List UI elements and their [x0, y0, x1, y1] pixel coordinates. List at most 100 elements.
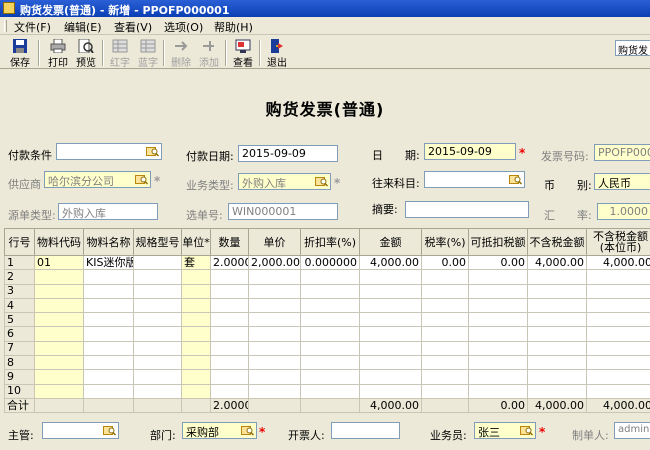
table-cell[interactable] [181, 369, 211, 385]
table-cell[interactable] [248, 297, 301, 314]
lookup-icon[interactable] [146, 146, 159, 157]
table-cell[interactable] [34, 326, 84, 342]
table-row[interactable]: 8 [4, 355, 650, 371]
table-cell[interactable] [586, 326, 650, 342]
table-cell[interactable] [300, 355, 360, 371]
table-cell[interactable] [248, 283, 301, 299]
rate-field[interactable]: 1.0000 [597, 203, 650, 220]
table-cell[interactable]: 4,000.00 [359, 254, 422, 271]
table-cell[interactable] [210, 355, 249, 371]
table-cell[interactable] [133, 340, 182, 357]
preview-button[interactable]: 预览 [72, 38, 100, 69]
table-cell[interactable] [527, 283, 587, 299]
col-header[interactable]: 可抵扣税额 [468, 228, 528, 256]
table-cell[interactable] [133, 369, 182, 385]
col-header[interactable]: 折扣率(%) [300, 228, 360, 256]
table-cell[interactable] [359, 369, 422, 385]
print-button[interactable]: 打印 [44, 38, 72, 69]
table-cell[interactable] [34, 355, 84, 371]
table-cell[interactable] [468, 326, 528, 342]
blue-invoice-button[interactable]: 蓝字 [134, 38, 162, 69]
table-cell[interactable] [34, 340, 84, 357]
table-cell[interactable]: 0.00 [468, 254, 528, 271]
pay-date-field[interactable]: 2015-09-09 [238, 145, 338, 162]
table-cell[interactable] [421, 326, 469, 342]
table-cell[interactable] [468, 283, 528, 299]
table-cell[interactable] [468, 369, 528, 385]
table-cell[interactable] [300, 283, 360, 299]
table-cell[interactable] [83, 297, 134, 314]
red-invoice-button[interactable]: 红字 [106, 38, 134, 69]
table-cell[interactable] [210, 326, 249, 342]
issuer-field[interactable] [331, 422, 400, 439]
table-cell[interactable] [133, 355, 182, 371]
table-cell[interactable] [181, 355, 211, 371]
col-header[interactable]: 不含税金额 [527, 228, 587, 256]
menu-options[interactable]: 选项(O) [164, 19, 203, 35]
table-cell[interactable]: 2,000.00 [248, 254, 301, 271]
currency-field[interactable]: 人民币 [594, 173, 650, 190]
table-cell[interactable] [468, 355, 528, 371]
table-cell[interactable] [421, 297, 469, 314]
table-cell[interactable] [210, 269, 249, 285]
table-cell[interactable]: 0.000000 [300, 254, 360, 271]
col-header[interactable]: 单位* [181, 228, 211, 256]
table-cell[interactable] [586, 312, 650, 328]
table-cell[interactable] [133, 269, 182, 285]
table-cell[interactable] [248, 312, 301, 328]
table-cell[interactable] [300, 312, 360, 328]
exit-button[interactable]: 退出 [263, 38, 291, 69]
view-button[interactable]: 查看 [229, 38, 257, 69]
table-cell[interactable]: 4,000.00 [527, 254, 587, 271]
table-cell[interactable] [300, 340, 360, 357]
table-cell[interactable] [421, 283, 469, 299]
table-cell[interactable] [527, 297, 587, 314]
table-cell[interactable] [133, 326, 182, 342]
table-cell[interactable] [359, 355, 422, 371]
table-cell[interactable] [586, 369, 650, 385]
table-cell[interactable] [248, 369, 301, 385]
table-cell[interactable]: 0.00 [421, 254, 469, 271]
col-header[interactable]: 金额 [359, 228, 422, 256]
table-cell[interactable] [34, 283, 84, 299]
table-cell[interactable] [181, 312, 211, 328]
salesman-field[interactable]: 张三 [474, 422, 536, 439]
table-cell[interactable] [468, 297, 528, 314]
table-cell[interactable] [300, 297, 360, 314]
table-cell[interactable] [527, 340, 587, 357]
payment-terms-field[interactable] [56, 143, 162, 160]
table-cell[interactable] [248, 326, 301, 342]
lookup-icon[interactable] [103, 425, 116, 436]
lookup-icon[interactable] [315, 176, 328, 187]
table-cell[interactable] [83, 326, 134, 342]
table-cell[interactable] [468, 312, 528, 328]
table-cell[interactable] [83, 355, 134, 371]
table-cell[interactable] [83, 340, 134, 357]
col-header[interactable]: 行号 [4, 228, 35, 256]
table-cell[interactable] [421, 369, 469, 385]
table-cell[interactable] [586, 383, 650, 399]
table-cell[interactable] [359, 269, 422, 285]
table-cell[interactable] [359, 383, 422, 399]
table-cell[interactable]: 套 [181, 254, 211, 271]
supervisor-field[interactable] [42, 422, 119, 439]
lookup-icon[interactable] [520, 425, 533, 436]
table-cell[interactable]: 4,000.00 [586, 254, 650, 271]
table-cell[interactable] [34, 269, 84, 285]
lookup-icon[interactable] [509, 174, 522, 185]
col-header[interactable]: 单价 [248, 228, 301, 256]
table-cell[interactable] [468, 383, 528, 399]
table-cell[interactable] [34, 369, 84, 385]
table-cell[interactable] [586, 297, 650, 314]
table-cell[interactable] [586, 269, 650, 285]
table-cell[interactable] [300, 383, 360, 399]
dept-field[interactable]: 采购部 [182, 422, 257, 439]
table-row[interactable]: 3 [4, 283, 650, 299]
table-cell[interactable] [248, 383, 301, 399]
table-cell[interactable] [248, 355, 301, 371]
table-cell[interactable] [586, 340, 650, 357]
table-cell[interactable] [527, 312, 587, 328]
table-row[interactable]: 7 [4, 340, 650, 357]
table-cell[interactable] [300, 326, 360, 342]
table-cell[interactable] [181, 326, 211, 342]
